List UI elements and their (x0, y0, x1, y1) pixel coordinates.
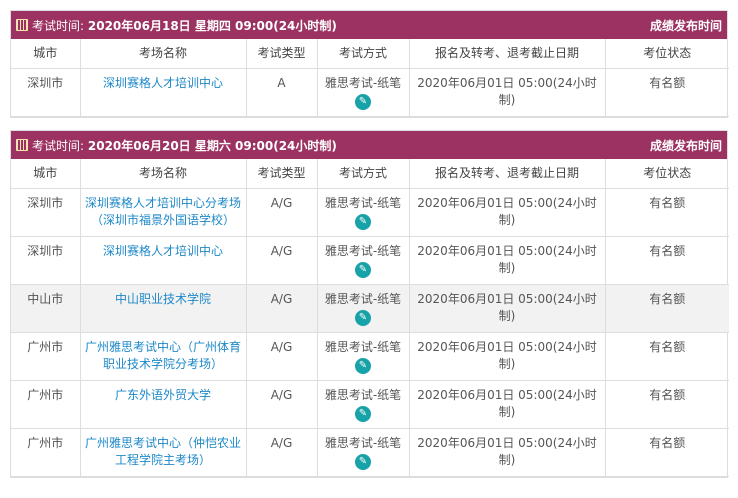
exam-type: A/G (245, 380, 318, 429)
deadline: 2020年06月01日 05:00(24小时制) (408, 284, 606, 333)
exam-mode: 雅思考试-纸笔 (324, 340, 402, 354)
exam-mode: 雅思考试-纸笔 (324, 388, 402, 402)
column-header: 报名及转考、退考截止日期 (408, 159, 606, 189)
exam-mode: 雅思考试-纸笔 (324, 196, 402, 210)
venue-link[interactable]: 广州雅思考试中心（仲恺农业工程学院主考场） (85, 436, 241, 467)
seat-status: 有名额 (604, 332, 729, 381)
seat-status: 有名额 (604, 380, 729, 429)
exam-mode: 雅思考试-纸笔 (324, 292, 402, 306)
exam-session: 考试时间: 2020年06月18日 星期四 09:00(24小时制) 成绩发布时… (10, 10, 729, 118)
venue-link[interactable]: 深圳赛格人才培训中心 (103, 244, 223, 258)
city: 广州市 (11, 332, 81, 381)
city: 深圳市 (11, 68, 81, 117)
city: 广州市 (11, 428, 81, 477)
exam-mode: 雅思考试-纸笔 (324, 436, 402, 450)
pencil-icon[interactable]: ✎ (355, 262, 371, 278)
seat-status: 有名额 (604, 284, 729, 333)
calendar-icon (16, 138, 28, 151)
exam-type: A/G (245, 332, 318, 381)
exam-type: A/G (245, 236, 318, 285)
table-row: 广州市 广州雅思考试中心（仲恺农业工程学院主考场） A/G 雅思考试-纸笔 ✎ 2… (11, 428, 729, 477)
pencil-icon[interactable]: ✎ (355, 406, 371, 422)
table-row: 深圳市 深圳赛格人才培训中心分考场（深圳市福景外国语学校） A/G 雅思考试-纸… (11, 188, 729, 237)
city: 中山市 (11, 284, 81, 333)
session-header: 考试时间: 2020年06月18日 星期四 09:00(24小时制) 成绩发布时… (11, 11, 727, 39)
deadline: 2020年06月01日 05:00(24小时制) (408, 236, 606, 285)
column-header: 报名及转考、退考截止日期 (408, 39, 606, 69)
table-row: 广州市 广州雅思考试中心（广州体育职业技术学院分考场） A/G 雅思考试-纸笔 ✎… (11, 332, 729, 381)
seat-status: 有名额 (604, 428, 729, 477)
column-header-row: 城市 考场名称 考试类型 考试方式 报名及转考、退考截止日期 考位状态 (11, 39, 729, 69)
column-header: 考位状态 (604, 39, 729, 69)
column-header: 考试类型 (245, 39, 318, 69)
column-header: 城市 (11, 159, 81, 189)
column-header: 考试方式 (316, 39, 410, 69)
column-header: 考场名称 (79, 159, 247, 189)
column-header: 考场名称 (79, 39, 247, 69)
calendar-icon (16, 18, 28, 31)
city: 广州市 (11, 380, 81, 429)
venue-link[interactable]: 广州雅思考试中心（广州体育职业技术学院分考场） (85, 340, 241, 371)
seat-status: 有名额 (604, 188, 729, 237)
session-header: 考试时间: 2020年06月20日 星期六 09:00(24小时制) 成绩发布时… (11, 131, 727, 159)
venue-link[interactable]: 深圳赛格人才培训中心 (103, 76, 223, 90)
column-header: 城市 (11, 39, 81, 69)
city: 深圳市 (11, 188, 81, 237)
venue-link[interactable]: 中山职业技术学院 (115, 292, 211, 306)
pencil-icon[interactable]: ✎ (355, 310, 371, 326)
table-row: 深圳市 深圳赛格人才培训中心 A 雅思考试-纸笔 ✎ 2020年06月01日 05… (11, 68, 729, 117)
deadline: 2020年06月01日 05:00(24小时制) (408, 188, 606, 237)
session-label: 考试时间: (32, 138, 85, 153)
session-time: 2020年06月20日 星期六 09:00(24小时制) (87, 138, 337, 153)
seat-status: 有名额 (604, 236, 729, 285)
pencil-icon[interactable]: ✎ (355, 454, 371, 470)
pencil-icon[interactable]: ✎ (355, 214, 371, 230)
exam-type: A/G (245, 284, 318, 333)
score-release-link[interactable]: 成绩发布时间 (650, 137, 722, 154)
table-row: 广州市 广东外语外贸大学 A/G 雅思考试-纸笔 ✎ 2020年06月01日 05… (11, 380, 729, 429)
exam-session: 考试时间: 2020年06月20日 星期六 09:00(24小时制) 成绩发布时… (10, 130, 729, 478)
pencil-icon[interactable]: ✎ (355, 94, 371, 110)
column-header: 考试类型 (245, 159, 318, 189)
exam-type: A (245, 68, 318, 117)
exam-mode: 雅思考试-纸笔 (324, 244, 402, 258)
deadline: 2020年06月01日 05:00(24小时制) (408, 380, 606, 429)
exam-type: A/G (245, 188, 318, 237)
exam-type: A/G (245, 428, 318, 477)
table-row: 深圳市 深圳赛格人才培训中心 A/G 雅思考试-纸笔 ✎ 2020年06月01日 … (11, 236, 729, 285)
session-time: 2020年06月18日 星期四 09:00(24小时制) (87, 18, 337, 33)
pencil-icon[interactable]: ✎ (355, 358, 371, 374)
deadline: 2020年06月01日 05:00(24小时制) (408, 68, 606, 117)
column-header: 考位状态 (604, 159, 729, 189)
column-header-row: 城市 考场名称 考试类型 考试方式 报名及转考、退考截止日期 考位状态 (11, 159, 729, 189)
deadline: 2020年06月01日 05:00(24小时制) (408, 332, 606, 381)
venue-link[interactable]: 深圳赛格人才培训中心分考场（深圳市福景外国语学校） (85, 196, 241, 227)
session-label: 考试时间: (32, 18, 85, 33)
seat-status: 有名额 (604, 68, 729, 117)
score-release-link[interactable]: 成绩发布时间 (650, 17, 722, 34)
exam-mode: 雅思考试-纸笔 (324, 76, 402, 90)
deadline: 2020年06月01日 05:00(24小时制) (408, 428, 606, 477)
venue-link[interactable]: 广东外语外贸大学 (115, 388, 211, 402)
table-row: 中山市 中山职业技术学院 A/G 雅思考试-纸笔 ✎ 2020年06月01日 05… (11, 284, 729, 333)
column-header: 考试方式 (316, 159, 410, 189)
city: 深圳市 (11, 236, 81, 285)
